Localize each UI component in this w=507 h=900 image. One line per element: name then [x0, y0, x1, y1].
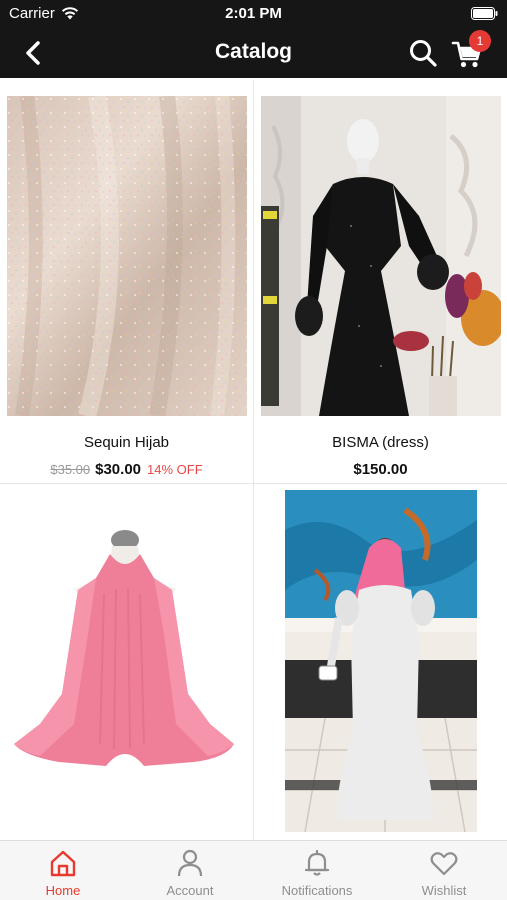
tab-notifications[interactable]: Notifications [254, 841, 380, 900]
tab-bar: Home Account Notifications Wishlist [0, 840, 507, 900]
product-image-sequin-fabric [7, 96, 247, 416]
product-old-price: $35.00 [50, 462, 91, 477]
status-time: 2:01 PM [225, 5, 282, 22]
product-image-black-dress [261, 96, 501, 416]
battery-icon [471, 7, 498, 20]
product-card[interactable] [254, 484, 507, 840]
product-discount: 14% OFF [147, 462, 203, 477]
product-name: BISMA (dress) [332, 434, 429, 451]
product-card[interactable]: BISMA (dress) $150.00 [254, 80, 507, 483]
cart-count-badge: 1 [469, 30, 491, 52]
product-price-row: $35.00 $30.00 14% OFF [0, 461, 253, 478]
product-card[interactable] [0, 484, 253, 840]
home-icon [50, 850, 76, 877]
cart-button[interactable]: 1 [451, 30, 491, 72]
tab-label-account: Account [166, 883, 214, 898]
nav-bar: Catalog 1 [0, 28, 507, 78]
product-price-row: $150.00 [254, 461, 507, 478]
product-card[interactable]: Sequin Hijab $35.00 $30.00 14% OFF [0, 80, 253, 483]
tab-label-wishlist: Wishlist [421, 883, 467, 898]
tab-home[interactable]: Home [0, 841, 126, 900]
tab-wishlist[interactable]: Wishlist [381, 841, 507, 900]
product-price: $150.00 [353, 461, 408, 478]
tab-label-home: Home [45, 883, 81, 898]
heart-icon [430, 852, 458, 876]
product-image-pink-scarf [4, 494, 250, 834]
product-grid: Sequin Hijab $35.00 $30.00 14% OFF BISMA… [0, 80, 507, 840]
tab-label-notifications: Notifications [281, 883, 353, 898]
product-image-white-dress [285, 490, 477, 832]
product-price: $30.00 [95, 461, 142, 478]
tab-account[interactable]: Account [127, 841, 253, 900]
back-icon[interactable] [20, 39, 48, 67]
bell-icon [304, 849, 330, 876]
account-icon [177, 849, 203, 877]
search-icon[interactable] [408, 38, 438, 68]
product-name: Sequin Hijab [83, 434, 170, 451]
status-bar: Carrier 2:01 PM [0, 0, 507, 28]
